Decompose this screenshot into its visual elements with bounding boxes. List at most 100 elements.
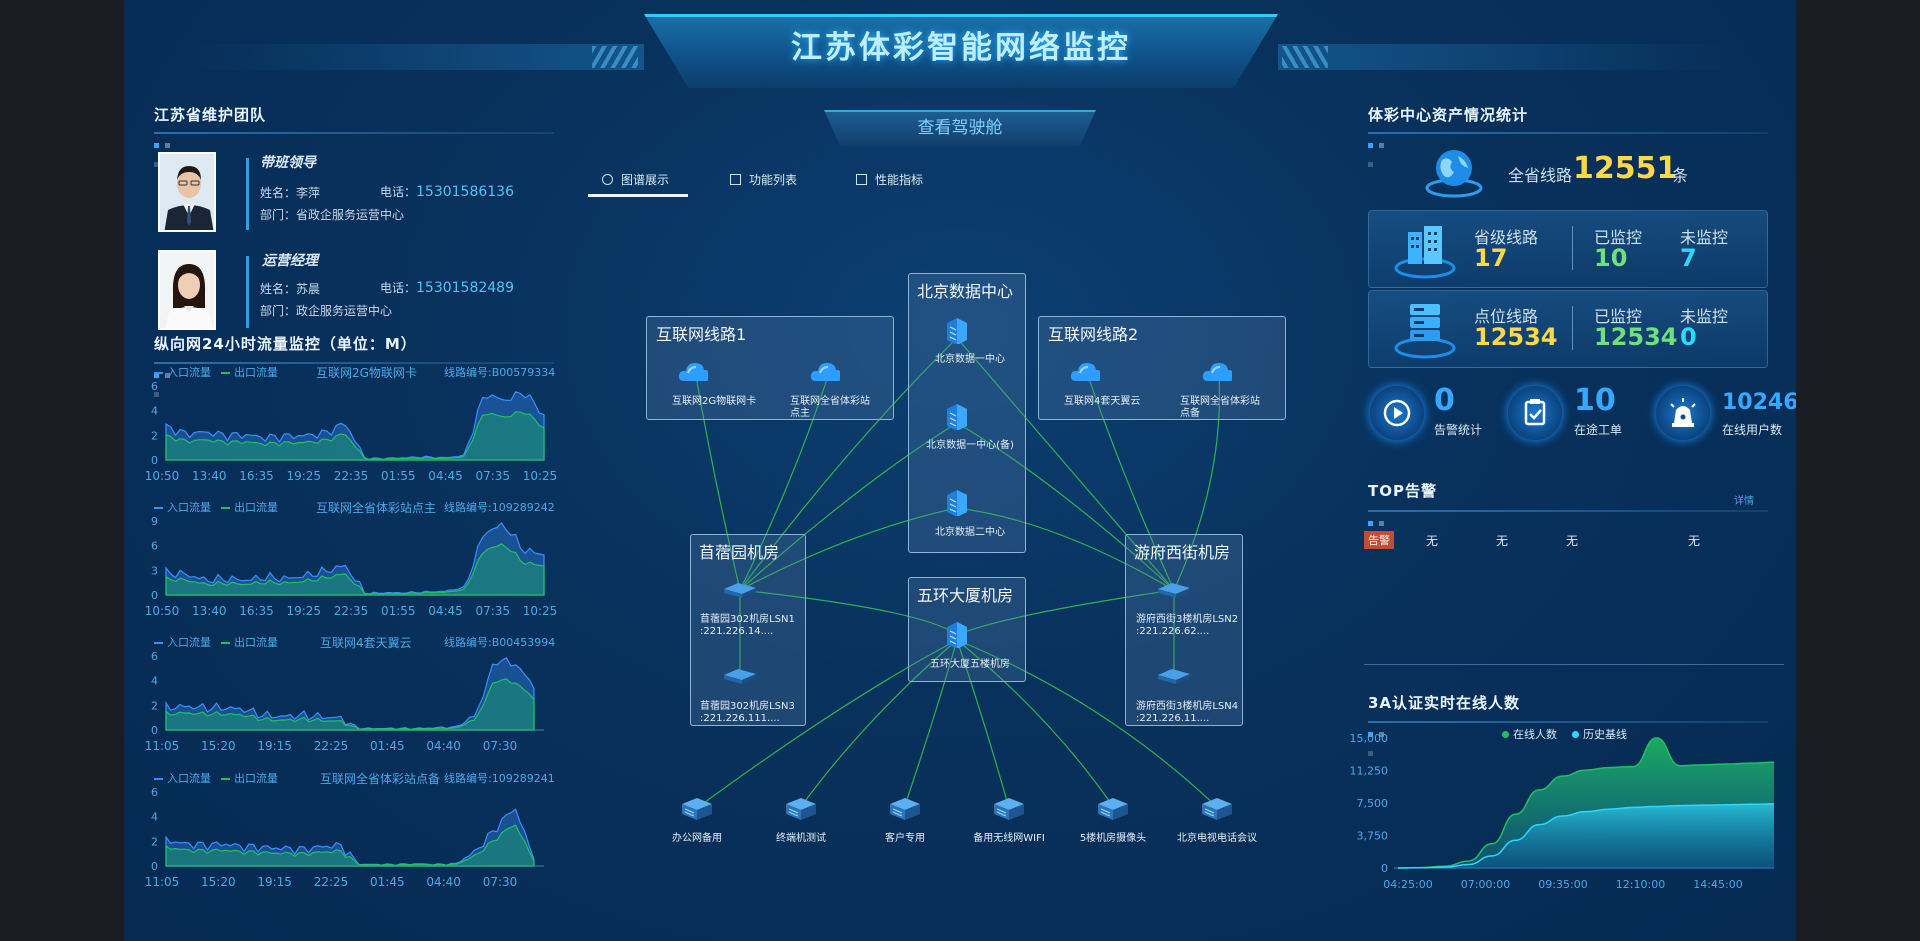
alarm-value: 无 [1688, 534, 1701, 548]
node-label: 苜蓿园302机房LSN1 [700, 614, 795, 625]
alarm-value: 无 [1426, 534, 1439, 548]
total-lines-label: 全省线路 [1508, 166, 1573, 185]
server-icon[interactable] [944, 488, 968, 516]
y-tick: 0 [1381, 862, 1388, 875]
node-label: 游府西街3楼机房LSN4 [1136, 701, 1239, 712]
cloud-icon[interactable] [1070, 359, 1100, 383]
site-lines-value: 12534 [1474, 323, 1558, 351]
assets-section-dots [1368, 133, 1398, 167]
switch-icon[interactable] [722, 666, 756, 686]
node-label: 五环大厦五楼机房 [930, 659, 1010, 670]
globe-icon [1425, 150, 1483, 198]
kpi-online-users-value: 10246 [1722, 390, 1796, 415]
top-alarm-dots [1368, 511, 1398, 545]
node-label: 北京数据二中心 [935, 527, 1005, 538]
node-label: 互联网2G物联网卡 [672, 396, 757, 407]
site-monitored-value: 12534 [1594, 323, 1678, 351]
box-muxuyuan-title: 苜蓿园机房 [699, 543, 780, 562]
kpi-tickets-label: 在途工单 [1574, 423, 1623, 437]
x-tick: 12:10:00 [1616, 878, 1665, 891]
node-label: 互联网全省体彩站 [790, 396, 870, 407]
cloud-icon[interactable] [1202, 359, 1232, 383]
kpi-alarms-value: 0 [1434, 383, 1455, 418]
box-internet-line-2-title: 互联网线路2 [1048, 325, 1139, 344]
node-label: :221.226.14.... [700, 626, 774, 637]
server-rack-icon [1394, 304, 1456, 359]
assets-section-title: 体彩中心资产情况统计 [1368, 106, 1529, 124]
provincial-unmonitored-value: 7 [1680, 244, 1697, 272]
server-icon[interactable] [944, 316, 968, 344]
box-wuhuan-title: 五环大厦机房 [917, 586, 1014, 605]
cloud-icon[interactable] [678, 359, 708, 383]
y-tick: 15,000 [1350, 732, 1389, 745]
play-icon[interactable] [1370, 386, 1424, 440]
switch-icon[interactable] [1156, 666, 1190, 686]
y-tick: 3,750 [1357, 830, 1389, 843]
site-unmonitored-value: 0 [1680, 323, 1697, 351]
top-alarm-title: TOP告警 [1368, 482, 1437, 500]
server-icon[interactable] [944, 620, 968, 648]
cloud-icon[interactable] [810, 359, 840, 383]
node-label: 苜蓿园302机房LSN3 [700, 701, 795, 712]
router-icon[interactable] [680, 794, 712, 820]
building-icon [1394, 226, 1456, 279]
node-label: 点备 [1180, 408, 1200, 419]
node-label: :221.226.62.... [1136, 626, 1210, 637]
dashboard-screen: 江苏体彩智能网络监控 查看驾驶舱 江苏省维护团队 带班领导 姓名：李萍 电话：1… [124, 0, 1796, 941]
auth-section-line [1368, 721, 1768, 723]
auth-online-chart: 15,000 11,250 7,500 3,750 0 04:25:00 07:00:00 0… [1350, 732, 1775, 891]
x-tick: 09:35:00 [1538, 878, 1587, 891]
router-icon[interactable] [1200, 794, 1232, 820]
node-label: 点主 [790, 408, 810, 419]
router-icon[interactable] [1096, 794, 1128, 820]
box-youfu-title: 游府西街机房 [1134, 543, 1231, 562]
top-alarm-line [1368, 510, 1768, 512]
kpi-alarms-label: 告警统计 [1434, 423, 1483, 437]
node-label: 北京数据一中心 [935, 354, 1005, 365]
server-icon[interactable] [944, 402, 968, 430]
panel-separator [1364, 664, 1784, 665]
kpi-tickets-value: 10 [1574, 383, 1616, 418]
node-label: 互联网4套天翼云 [1064, 396, 1141, 407]
node-label: :221.226.11.... [1136, 713, 1210, 724]
x-tick: 04:25:00 [1383, 878, 1432, 891]
node-label: 备用无线网WIFI [973, 833, 1045, 844]
node-label: 游府西街3楼机房LSN2 [1136, 614, 1239, 625]
x-tick: 07:00:00 [1461, 878, 1510, 891]
baseline-series-area [1398, 803, 1774, 868]
router-icon[interactable] [888, 794, 920, 820]
node-label: 5楼机房摄像头 [1079, 833, 1147, 844]
alarm-lamp-icon[interactable] [1656, 386, 1710, 440]
divider [1572, 226, 1573, 270]
box-beijing-dc-title: 北京数据中心 [917, 282, 1014, 301]
switch-icon[interactable] [722, 580, 756, 600]
node-label: 终端机测试 [776, 833, 826, 844]
provincial-lines-value: 17 [1474, 244, 1508, 272]
y-tick: 11,250 [1350, 765, 1389, 778]
kpi-online-users-label: 在线用户数 [1722, 423, 1783, 437]
router-icon[interactable] [992, 794, 1024, 820]
node-label: 客户专用 [885, 833, 925, 844]
node-label: 北京电视电话会议 [1177, 833, 1257, 844]
switch-icon[interactable] [1156, 580, 1190, 600]
node-label: 办公网备用 [672, 833, 722, 844]
divider [1572, 306, 1573, 350]
top-alarm-detail-link[interactable]: 详情 [1734, 492, 1754, 507]
assets-section-line [1368, 132, 1768, 134]
node-label: 北京数据一中心(备) [926, 440, 1014, 451]
auth-section-title: 3A认证实时在线人数 [1368, 694, 1521, 712]
box-internet-line-1-title: 互联网线路1 [656, 325, 747, 344]
alarm-value: 无 [1566, 534, 1579, 548]
alarm-tag: 告警 [1364, 531, 1394, 549]
provincial-monitored-value: 10 [1594, 244, 1628, 272]
router-icon[interactable] [784, 794, 816, 820]
node-label: :221.226.111.... [700, 713, 780, 724]
y-tick: 7,500 [1357, 797, 1389, 810]
clipboard-icon[interactable] [1508, 386, 1562, 440]
total-lines-value: 12551 [1573, 151, 1678, 186]
auth-section-dots [1368, 722, 1398, 756]
node-label: 互联网全省体彩站 [1180, 396, 1260, 407]
total-lines-unit: 条 [1672, 166, 1689, 185]
alarm-value: 无 [1496, 534, 1509, 548]
x-tick: 14:45:00 [1693, 878, 1742, 891]
